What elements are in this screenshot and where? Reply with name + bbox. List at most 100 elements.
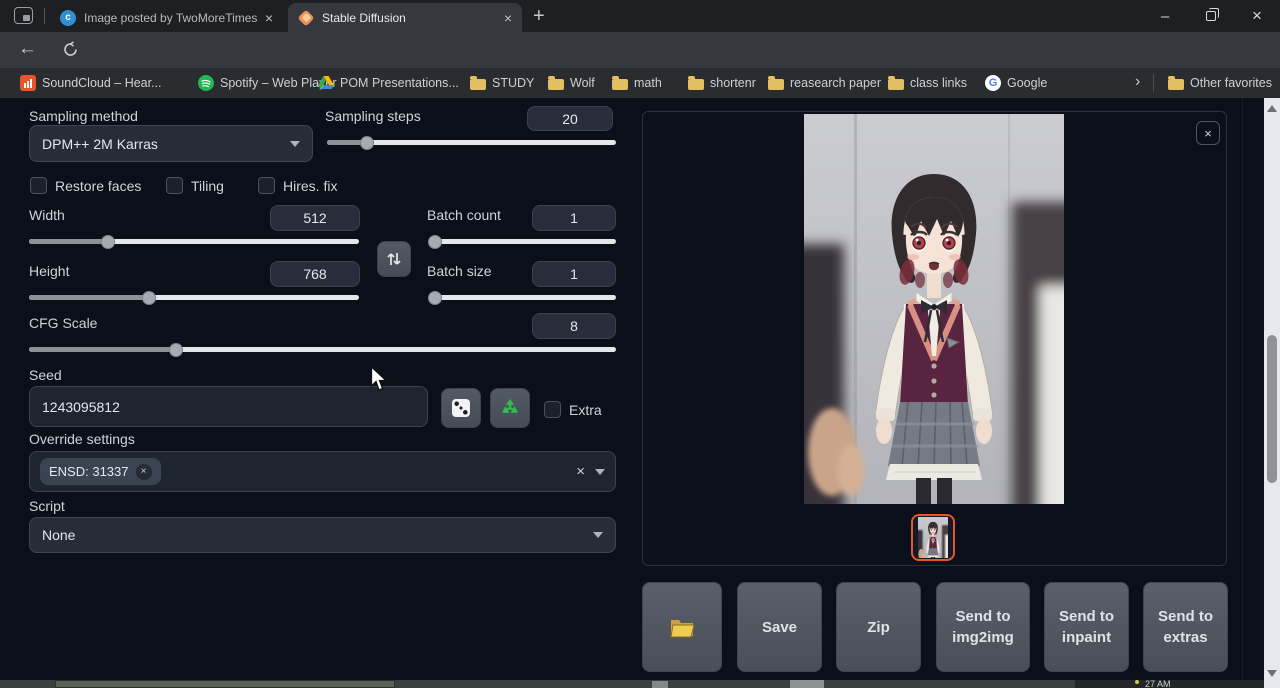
cfg-scale-input[interactable]: 8 — [532, 313, 616, 339]
bookmark-folder-math[interactable]: math — [612, 68, 662, 98]
restore-faces-checkbox[interactable]: Restore faces — [30, 177, 141, 194]
page-scrollbar[interactable] — [1264, 98, 1280, 688]
batch-size-input[interactable]: 1 — [532, 261, 616, 287]
sampling-steps-input[interactable]: 20 — [527, 106, 613, 131]
width-input[interactable]: 512 — [270, 205, 360, 231]
minimize-button[interactable]: – — [1142, 0, 1188, 32]
folder-icon — [470, 79, 486, 90]
tab2-title: Stable Diffusion — [322, 11, 496, 25]
scrollbar-thumb[interactable] — [1267, 335, 1277, 483]
bookmarks-bar: SoundCloud – Hear... Spotify – Web Playe… — [0, 68, 1280, 98]
zip-button[interactable]: Zip — [836, 582, 921, 672]
content-edge — [1242, 98, 1243, 688]
bookmark-folder-reasearch-paper[interactable]: reasearch paper — [768, 68, 881, 98]
bookmark-google[interactable]: G Google — [985, 68, 1047, 98]
bookmark-soundcloud[interactable]: SoundCloud – Hear... — [20, 68, 162, 98]
tab1-close-icon[interactable]: × — [265, 11, 273, 25]
new-tab-button[interactable]: + — [533, 5, 545, 28]
folder-icon — [768, 79, 784, 90]
sampling-method-dropdown[interactable]: DPM++ 2M Karras — [29, 125, 313, 162]
bookmark-pom-presentations[interactable]: POM Presentations... — [318, 68, 459, 98]
bookmarks-divider — [1153, 74, 1154, 92]
soundcloud-icon — [20, 75, 36, 91]
batch-count-slider[interactable] — [429, 239, 616, 244]
tab-divider — [44, 8, 45, 24]
taskbar-sliver: 27 AM — [0, 680, 1264, 688]
bookmark-folder-wolf[interactable]: Wolf — [548, 68, 595, 98]
taskbar-open-app[interactable] — [790, 680, 824, 688]
override-chip[interactable]: ENSD: 31337× — [40, 458, 161, 485]
chevron-down-icon[interactable] — [595, 469, 605, 475]
override-settings-label: Override settings — [29, 431, 135, 447]
batch-count-input[interactable]: 1 — [532, 205, 616, 231]
bookmark-folder-study[interactable]: STUDY — [470, 68, 534, 98]
chip-remove-icon[interactable]: × — [136, 464, 152, 480]
open-folder-icon — [669, 617, 695, 638]
folder-icon — [548, 79, 564, 90]
reuse-seed-button[interactable] — [490, 388, 530, 428]
slider-handle[interactable] — [360, 136, 374, 150]
other-favorites[interactable]: Other favorites — [1168, 68, 1272, 98]
taskbar-clock: 27 AM — [1145, 680, 1171, 688]
google-drive-icon — [318, 75, 334, 92]
bookmark-folder-class-links[interactable]: class links — [888, 68, 967, 98]
recycle-icon — [499, 397, 521, 419]
height-input[interactable]: 768 — [270, 261, 360, 287]
send-to-inpaint-button[interactable]: Send to inpaint — [1044, 582, 1129, 672]
send-to-extras-button[interactable]: Send to extras — [1143, 582, 1228, 672]
scroll-up-icon[interactable] — [1267, 105, 1277, 112]
tab-stable-diffusion[interactable]: Stable Diffusion × — [288, 3, 522, 32]
close-window-button[interactable]: × — [1234, 0, 1280, 32]
height-label: Height — [29, 263, 69, 279]
sampling-steps-slider[interactable] — [327, 140, 616, 145]
app-window: c Image posted by TwoMoreTimes × Stable … — [0, 0, 1280, 688]
refresh-button[interactable] — [62, 41, 79, 63]
extra-checkbox[interactable]: Extra — [544, 401, 602, 418]
dice-icon — [452, 399, 470, 417]
width-slider[interactable] — [29, 239, 359, 244]
chevron-down-icon — [593, 532, 603, 538]
clear-all-icon[interactable]: × — [576, 463, 585, 480]
browser-titlebar: c Image posted by TwoMoreTimes × Stable … — [0, 0, 1280, 32]
restore-button[interactable] — [1188, 0, 1234, 32]
random-seed-button[interactable] — [441, 388, 481, 428]
save-button[interactable]: Save — [737, 582, 822, 672]
batch-size-slider[interactable] — [429, 295, 616, 300]
swap-dimensions-button[interactable] — [377, 241, 411, 277]
script-label: Script — [29, 498, 65, 514]
bookmarks-overflow-chevron[interactable]: › — [1135, 73, 1140, 91]
bookmark-spotify[interactable]: Spotify – Web Player — [198, 68, 337, 98]
slider-handle[interactable] — [142, 291, 156, 305]
slider-handle[interactable] — [428, 291, 442, 305]
workspaces-icon[interactable] — [14, 7, 33, 24]
cfg-scale-label: CFG Scale — [29, 315, 97, 331]
tab1-favicon: c — [60, 10, 76, 26]
slider-handle[interactable] — [428, 235, 442, 249]
hires-fix-checkbox[interactable]: Hires. fix — [258, 177, 337, 194]
scroll-down-icon[interactable] — [1267, 670, 1277, 677]
script-dropdown[interactable]: None — [29, 517, 616, 553]
folder-icon — [1168, 79, 1184, 90]
taskbar-app-icon[interactable] — [652, 681, 668, 688]
override-settings-box[interactable]: ENSD: 31337× × — [29, 451, 616, 492]
back-button[interactable]: ← — [18, 38, 37, 60]
cfg-scale-slider[interactable] — [29, 347, 616, 352]
folder-icon — [888, 79, 904, 90]
close-gallery-button[interactable]: × — [1196, 121, 1220, 145]
height-slider[interactable] — [29, 295, 359, 300]
slider-handle[interactable] — [101, 235, 115, 249]
generated-image[interactable] — [804, 114, 1064, 504]
bookmark-folder-shortenr[interactable]: shortenr — [688, 68, 756, 98]
gallery-thumbnail[interactable] — [911, 514, 955, 561]
slider-handle[interactable] — [169, 343, 183, 357]
swap-arrows-icon — [387, 251, 401, 267]
seed-input[interactable]: 1243095812 — [29, 386, 428, 427]
tab2-close-icon[interactable]: × — [504, 11, 512, 25]
browser-toolbar: ← i 127.0.0.1:7860 A ☆ ▶▶ IA AD S Y M ☆ … — [0, 32, 1280, 68]
batch-size-label: Batch size — [427, 263, 492, 279]
send-to-img2img-button[interactable]: Send to img2img — [936, 582, 1030, 672]
tiling-checkbox[interactable]: Tiling — [166, 177, 224, 194]
tab-image-posted[interactable]: c Image posted by TwoMoreTimes × — [50, 3, 283, 32]
taskbar-search-box[interactable] — [55, 680, 395, 688]
open-folder-button[interactable] — [642, 582, 722, 672]
